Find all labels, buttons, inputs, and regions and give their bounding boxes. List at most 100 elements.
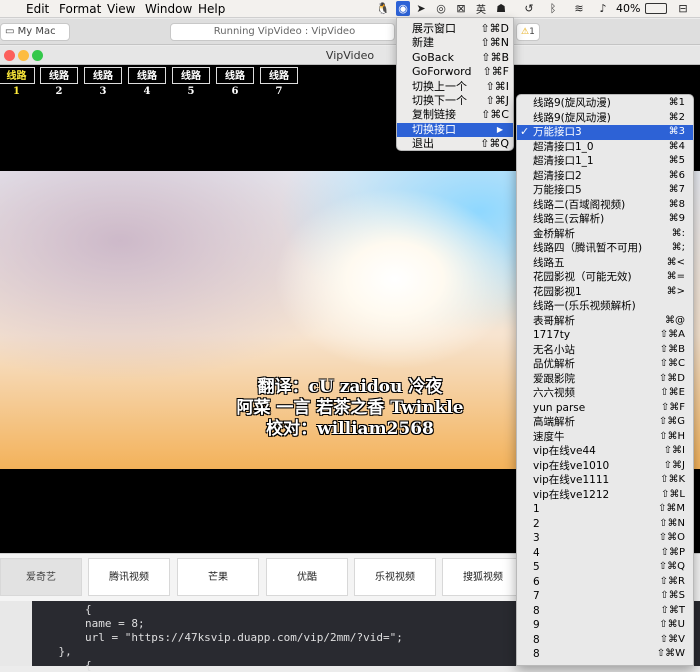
submenu-item[interactable]: 爱跟影院 ⇧⌘D	[517, 372, 693, 387]
submenu-item[interactable]: vip在线ve44 ⇧⌘I	[517, 444, 693, 459]
submenu-item-shortcut: ⌘=	[666, 271, 685, 282]
submenu-item[interactable]: 线路五 ⌘<	[517, 256, 693, 271]
route-button-4[interactable]: 线路4	[128, 67, 166, 97]
submenu-item[interactable]: 1 ⇧⌘M	[517, 502, 693, 517]
submenu-item[interactable]: ✓ 万能接口3 ⌘3	[517, 125, 693, 140]
route-button-1[interactable]: 线路1	[0, 67, 35, 97]
checkmark-icon: ✓	[520, 125, 530, 138]
menu-item-show-window[interactable]: 展示窗口 ⇧⌘D	[397, 22, 513, 36]
submenu-item-label: 万能接口5	[533, 184, 582, 196]
menu-window[interactable]: Window	[145, 2, 192, 16]
window-titlebar[interactable]: VipVideo	[0, 46, 700, 65]
submenu-item[interactable]: 线路二(百域阁视频) ⌘8	[517, 198, 693, 213]
submenu-item[interactable]: 速度牛 ⇧⌘H	[517, 430, 693, 445]
route-button-3[interactable]: 线路3	[84, 67, 122, 97]
submenu-item[interactable]: 表哥解析 ⌘@	[517, 314, 693, 329]
submenu-item[interactable]: 超清接口1_1 ⌘5	[517, 154, 693, 169]
submenu-item[interactable]: 花园影视1 ⌘>	[517, 285, 693, 300]
submenu-item-shortcut: ⇧⌘C	[659, 358, 685, 369]
input-method-icon[interactable]: 英	[474, 1, 488, 16]
editor-gutter	[0, 601, 32, 666]
site-button-mango[interactable]: 芒果	[177, 558, 259, 596]
menu-format[interactable]: Format	[59, 2, 101, 16]
submenu-item[interactable]: 万能接口5 ⌘7	[517, 183, 693, 198]
submenu-item[interactable]: 品优解析 ⇧⌘C	[517, 357, 693, 372]
menu-help[interactable]: Help	[198, 2, 225, 16]
route-button-2[interactable]: 线路2	[40, 67, 78, 97]
submenu-item-shortcut: ⌘7	[668, 184, 685, 195]
scheme-selector[interactable]: ▭ My Mac	[0, 23, 70, 41]
control-icon[interactable]: ⊟	[676, 1, 690, 16]
submenu-item[interactable]: 5 ⇧⌘Q	[517, 560, 693, 575]
submenu-item[interactable]: 线路一(乐乐视频解析)	[517, 299, 693, 314]
submenu-item[interactable]: 线路三(云解析) ⌘9	[517, 212, 693, 227]
submenu-item[interactable]: 8 ⇧⌘T	[517, 604, 693, 619]
hat-icon[interactable]: ☗	[494, 1, 508, 16]
submenu-item[interactable]: 7 ⇧⌘S	[517, 589, 693, 604]
submenu-item[interactable]: 8 ⇧⌘W	[517, 647, 693, 662]
tray-box-icon[interactable]: ⊠	[454, 1, 468, 16]
site-button-sohu[interactable]: 搜狐视频	[442, 558, 524, 596]
time-machine-icon[interactable]: ↺	[522, 1, 536, 16]
submenu-item[interactable]: 6 ⇧⌘R	[517, 575, 693, 590]
submenu-item[interactable]: 高端解析 ⇧⌘G	[517, 415, 693, 430]
route-button-5[interactable]: 线路5	[172, 67, 210, 97]
submenu-item-label: 5	[533, 561, 540, 573]
menu-item-copy-link[interactable]: 复制链接 ⇧⌘C	[397, 108, 513, 122]
submenu-item[interactable]: 4 ⇧⌘P	[517, 546, 693, 561]
submenu-item-label: vip在线ve1111	[533, 474, 610, 486]
warning-badge[interactable]: ⚠1	[516, 23, 540, 41]
bluetooth-icon[interactable]: ᛒ	[546, 1, 560, 16]
menu-item-quit[interactable]: 退出 ⇧⌘Q	[397, 137, 513, 151]
site-button-youku[interactable]: 优酷	[266, 558, 348, 596]
submenu-item-label: 线路一(乐乐视频解析)	[533, 300, 636, 312]
submenu-item[interactable]: 线路9(旋风动漫) ⌘1	[517, 96, 693, 111]
site-button-letv[interactable]: 乐视视频	[354, 558, 436, 596]
submenu-item[interactable]: 9 ⇧⌘U	[517, 618, 693, 633]
route-button-6[interactable]: 线路6	[216, 67, 254, 97]
submenu-item[interactable]: 花园影视（可能无效) ⌘=	[517, 270, 693, 285]
submenu-item-shortcut: ⌘5	[668, 155, 685, 166]
menu-item-new[interactable]: 新建 ⇧⌘N	[397, 36, 513, 50]
submenu-item[interactable]: 金桥解析 ⌘:	[517, 227, 693, 242]
menu-item-previous[interactable]: 切换上一个 ⇧⌘I	[397, 80, 513, 94]
submenu-item[interactable]: 8 ⇧⌘V	[517, 633, 693, 648]
submenu-item[interactable]: vip在线ve1212 ⇧⌘L	[517, 488, 693, 503]
submenu-item[interactable]: 无名小站 ⇧⌘B	[517, 343, 693, 358]
battery-icon[interactable]	[645, 3, 667, 14]
menu-item-go-forward[interactable]: GoForword ⇧⌘F	[397, 65, 513, 79]
menu-item-next[interactable]: 切换下一个 ⇧⌘J	[397, 94, 513, 108]
submenu-item-label: 六六视频	[533, 387, 575, 399]
submenu-item-shortcut: ⌘@	[665, 314, 685, 326]
submenu-item[interactable]: yun parse ⇧⌘F	[517, 401, 693, 416]
submenu-item[interactable]: vip在线ve1111 ⇧⌘K	[517, 473, 693, 488]
submenu-item[interactable]: 2 ⇧⌘N	[517, 517, 693, 532]
menu-item-switch-interface[interactable]: 切换接口 ▶	[397, 122, 513, 138]
vipvideo-status-icon[interactable]: ◉	[396, 1, 410, 16]
submenu-item[interactable]: 线路四（腾讯暂不可用) ⌘;	[517, 241, 693, 256]
send-icon[interactable]: ➤	[414, 1, 428, 16]
site-button-iqiyi[interactable]: 爱奇艺	[0, 558, 82, 596]
swirl-icon[interactable]: ◎	[434, 1, 448, 16]
submenu-item[interactable]: 超清接口2 ⌘6	[517, 169, 693, 184]
submenu-arrow-icon: ▶	[496, 124, 503, 134]
submenu-item[interactable]: 超清接口1_0 ⌘4	[517, 140, 693, 155]
wifi-icon[interactable]: ≋	[572, 1, 586, 16]
status-item-menu: 展示窗口 ⇧⌘D 新建 ⇧⌘N GoBack ⇧⌘B GoForword ⇧⌘F 切换上…	[396, 17, 514, 151]
submenu-item[interactable]: 1717ty ⇧⌘A	[517, 328, 693, 343]
submenu-item[interactable]: 线路9(旋风动漫) ⌘2	[517, 111, 693, 126]
menu-view[interactable]: View	[107, 2, 135, 16]
menu-item-go-back[interactable]: GoBack ⇧⌘B	[397, 51, 513, 65]
submenu-item-shortcut: ⇧⌘O	[658, 532, 685, 543]
menu-edit[interactable]: Edit	[26, 2, 49, 16]
route-button-7[interactable]: 线路7	[260, 67, 298, 97]
site-button-tencent[interactable]: 腾讯视频	[88, 558, 170, 596]
submenu-item-label: yun parse	[533, 401, 586, 414]
submenu-item[interactable]: 3 ⇧⌘O	[517, 531, 693, 546]
code-line: url = "https://47ksvip.duapp.com/vip/2mm…	[32, 631, 403, 644]
volume-icon[interactable]: ♪	[596, 1, 610, 16]
submenu-item[interactable]: vip在线ve1010 ⇧⌘J	[517, 459, 693, 474]
submenu-item-label: 1	[533, 503, 540, 515]
qq-icon[interactable]: 🐧	[376, 1, 390, 16]
submenu-item[interactable]: 六六视频 ⇧⌘E	[517, 386, 693, 401]
